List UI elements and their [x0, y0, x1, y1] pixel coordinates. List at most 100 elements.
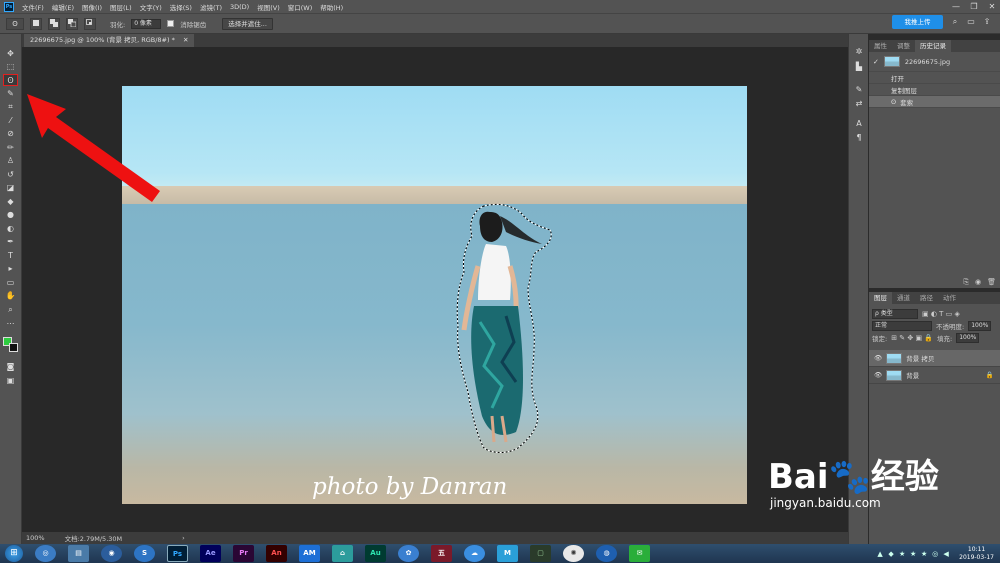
menu-view[interactable]: 视图(V) — [253, 2, 284, 12]
layer-row[interactable]: 👁 背景 拷贝 — [869, 350, 1000, 367]
dodge-icon[interactable]: ◐ — [3, 223, 18, 235]
fill-input[interactable]: 100% — [956, 333, 980, 343]
healing-brush-icon[interactable]: ⊘ — [3, 128, 18, 140]
history-step-duplicate[interactable]: 复制图层 — [869, 84, 1000, 96]
select-and-mask-button[interactable]: 选择并遮住... — [222, 17, 273, 30]
type-icon[interactable]: T — [3, 250, 18, 262]
folder-icon[interactable]: ▤ — [68, 545, 89, 562]
crop-icon[interactable]: ⌗ — [3, 101, 18, 113]
add-selection-icon[interactable] — [48, 17, 60, 30]
taskbar-an[interactable]: An — [266, 545, 287, 562]
start-button[interactable]: ⊞ — [5, 545, 23, 562]
tray-icon[interactable]: ◆ — [887, 550, 895, 558]
restore-icon[interactable]: ❐ — [966, 0, 982, 13]
house-icon[interactable]: ⌂ — [332, 545, 353, 562]
document-tab[interactable]: 22696675.jpg @ 100% (背景 拷贝, RGB/8#) * ✕ — [24, 34, 195, 47]
visibility-eye-icon[interactable]: 👁 — [874, 371, 882, 379]
quick-select-icon[interactable]: ✎ — [3, 88, 18, 100]
new-document-icon[interactable]: ⎘ — [963, 278, 969, 287]
shape-icon[interactable]: ▭ — [3, 277, 18, 289]
document-info[interactable]: 文档:2.79M/5.30M — [65, 533, 123, 543]
taskbar-ae[interactable]: Ae — [200, 545, 221, 562]
marquee-icon[interactable]: ⬚ — [3, 61, 18, 73]
blur-icon[interactable]: ● — [3, 209, 18, 221]
sogou-icon[interactable]: S — [134, 545, 155, 562]
menu-3d[interactable]: 3D(D) — [226, 3, 253, 11]
status-arrow-icon[interactable]: › — [182, 534, 185, 542]
feather-input[interactable]: 0 像素 — [131, 18, 162, 29]
eraser-icon[interactable]: ◪ — [3, 182, 18, 194]
history-snapshot[interactable]: ✓ 22696675.jpg — [869, 52, 1000, 72]
tray-icon[interactable]: ▲ — [876, 550, 884, 558]
chrome-icon[interactable]: ◉ — [101, 545, 122, 562]
snapshot-camera-icon[interactable]: ◉ — [975, 278, 981, 287]
close-icon[interactable]: ✕ — [984, 0, 1000, 13]
workspace-icon[interactable]: ▭ — [966, 17, 976, 27]
visibility-eye-icon[interactable]: 👁 — [874, 354, 882, 362]
layer-row[interactable]: 👁 背景 🔒 — [869, 367, 1000, 384]
path-select-icon[interactable]: ▸ — [3, 263, 18, 275]
intersect-selection-icon[interactable] — [84, 17, 96, 30]
taskbar-am[interactable]: AM — [299, 545, 320, 562]
move-icon[interactable]: ✥ — [3, 48, 18, 60]
zoom-icon[interactable]: ⌕ — [3, 304, 18, 316]
antialias-checkbox[interactable] — [167, 20, 175, 27]
menu-type[interactable]: 文字(Y) — [136, 2, 166, 12]
browser-icon[interactable]: ◎ — [35, 545, 56, 562]
paragraph-icon[interactable]: ¶ — [853, 132, 865, 144]
hand-icon[interactable]: ✋ — [3, 290, 18, 302]
brush-icon[interactable]: ✏ — [3, 142, 18, 154]
share-icon[interactable]: ⇪ — [982, 17, 992, 27]
tab-layers[interactable]: 图层 — [869, 292, 892, 304]
new-selection-icon[interactable] — [30, 17, 42, 30]
history-panel-icon[interactable]: ✲ — [853, 46, 865, 58]
zoom-level[interactable]: 100% — [26, 534, 45, 542]
tab-properties[interactable]: 属性 — [869, 40, 892, 52]
eyedropper-icon[interactable]: ⁄ — [3, 115, 18, 127]
adjustments-icon[interactable]: ⇄ — [853, 98, 865, 110]
tray-icon[interactable]: ★ — [909, 550, 917, 558]
more-tools-icon[interactable]: ⋯ — [3, 318, 18, 330]
tray-icon[interactable]: ★ — [920, 550, 928, 558]
tray-icon[interactable]: ◎ — [931, 550, 939, 558]
clock[interactable]: 10:11 2019-03-17 — [959, 546, 994, 562]
taskbar-ps[interactable]: Ps — [167, 545, 188, 562]
app-globe-icon[interactable]: ◍ — [596, 545, 617, 562]
tab-paths[interactable]: 路径 — [915, 292, 938, 304]
subtract-selection-icon[interactable] — [66, 17, 78, 30]
blend-mode-select[interactable]: 正常 — [872, 321, 932, 331]
app-box-icon[interactable]: ▢ — [530, 545, 551, 562]
lasso-icon[interactable]: ʘ — [3, 74, 18, 86]
history-step-open[interactable]: 打开 — [869, 72, 1000, 84]
menu-image[interactable]: 图像(I) — [78, 2, 106, 12]
history-step-lasso[interactable]: ʘ 套索 — [869, 96, 1000, 108]
tab-history[interactable]: 历史记录 — [915, 40, 951, 52]
cloud-drive-icon[interactable]: ☁ — [464, 545, 485, 562]
lock-icons[interactable]: ⊞ ✎ ✥ ▣ 🔒 — [891, 334, 933, 342]
app-m-icon[interactable]: M — [497, 545, 518, 562]
background-color-swatch[interactable] — [9, 343, 18, 352]
tab-close-icon[interactable]: ✕ — [183, 36, 188, 44]
lasso-preset-icon[interactable]: ʘ — [6, 17, 24, 30]
cloud-upload-button[interactable]: 我推上传 — [892, 15, 943, 29]
menu-filter[interactable]: 滤镜(T) — [196, 2, 226, 12]
taskbar-au[interactable]: Au — [365, 545, 386, 562]
quick-mask-icon[interactable]: ◙ — [3, 361, 18, 373]
menu-help[interactable]: 帮助(H) — [316, 2, 347, 12]
tab-actions[interactable]: 动作 — [938, 292, 961, 304]
wechat-icon[interactable]: ✉ — [629, 545, 650, 562]
canvas-area[interactable]: photo by Danran — [22, 47, 848, 532]
search-icon[interactable]: ⌕ — [950, 17, 960, 27]
menu-edit[interactable]: 编辑(E) — [48, 2, 78, 12]
app-spiral-icon[interactable]: ✺ — [563, 545, 584, 562]
menu-select[interactable]: 选择(S) — [166, 2, 196, 12]
menu-file[interactable]: 文件(F) — [18, 2, 48, 12]
taskbar-wu[interactable]: 五 — [431, 545, 452, 562]
screen-mode-icon[interactable]: ▣ — [3, 375, 18, 387]
taskbar-pr[interactable]: Pr — [233, 545, 254, 562]
clone-stamp-icon[interactable]: ♙ — [3, 155, 18, 167]
tab-adjustments[interactable]: 调整 — [892, 40, 915, 52]
character-icon[interactable]: A — [853, 118, 865, 130]
app-flower-icon[interactable]: ✿ — [398, 545, 419, 562]
filter-icons[interactable]: ▣ ◐ T ▭ ◈ — [922, 310, 960, 318]
